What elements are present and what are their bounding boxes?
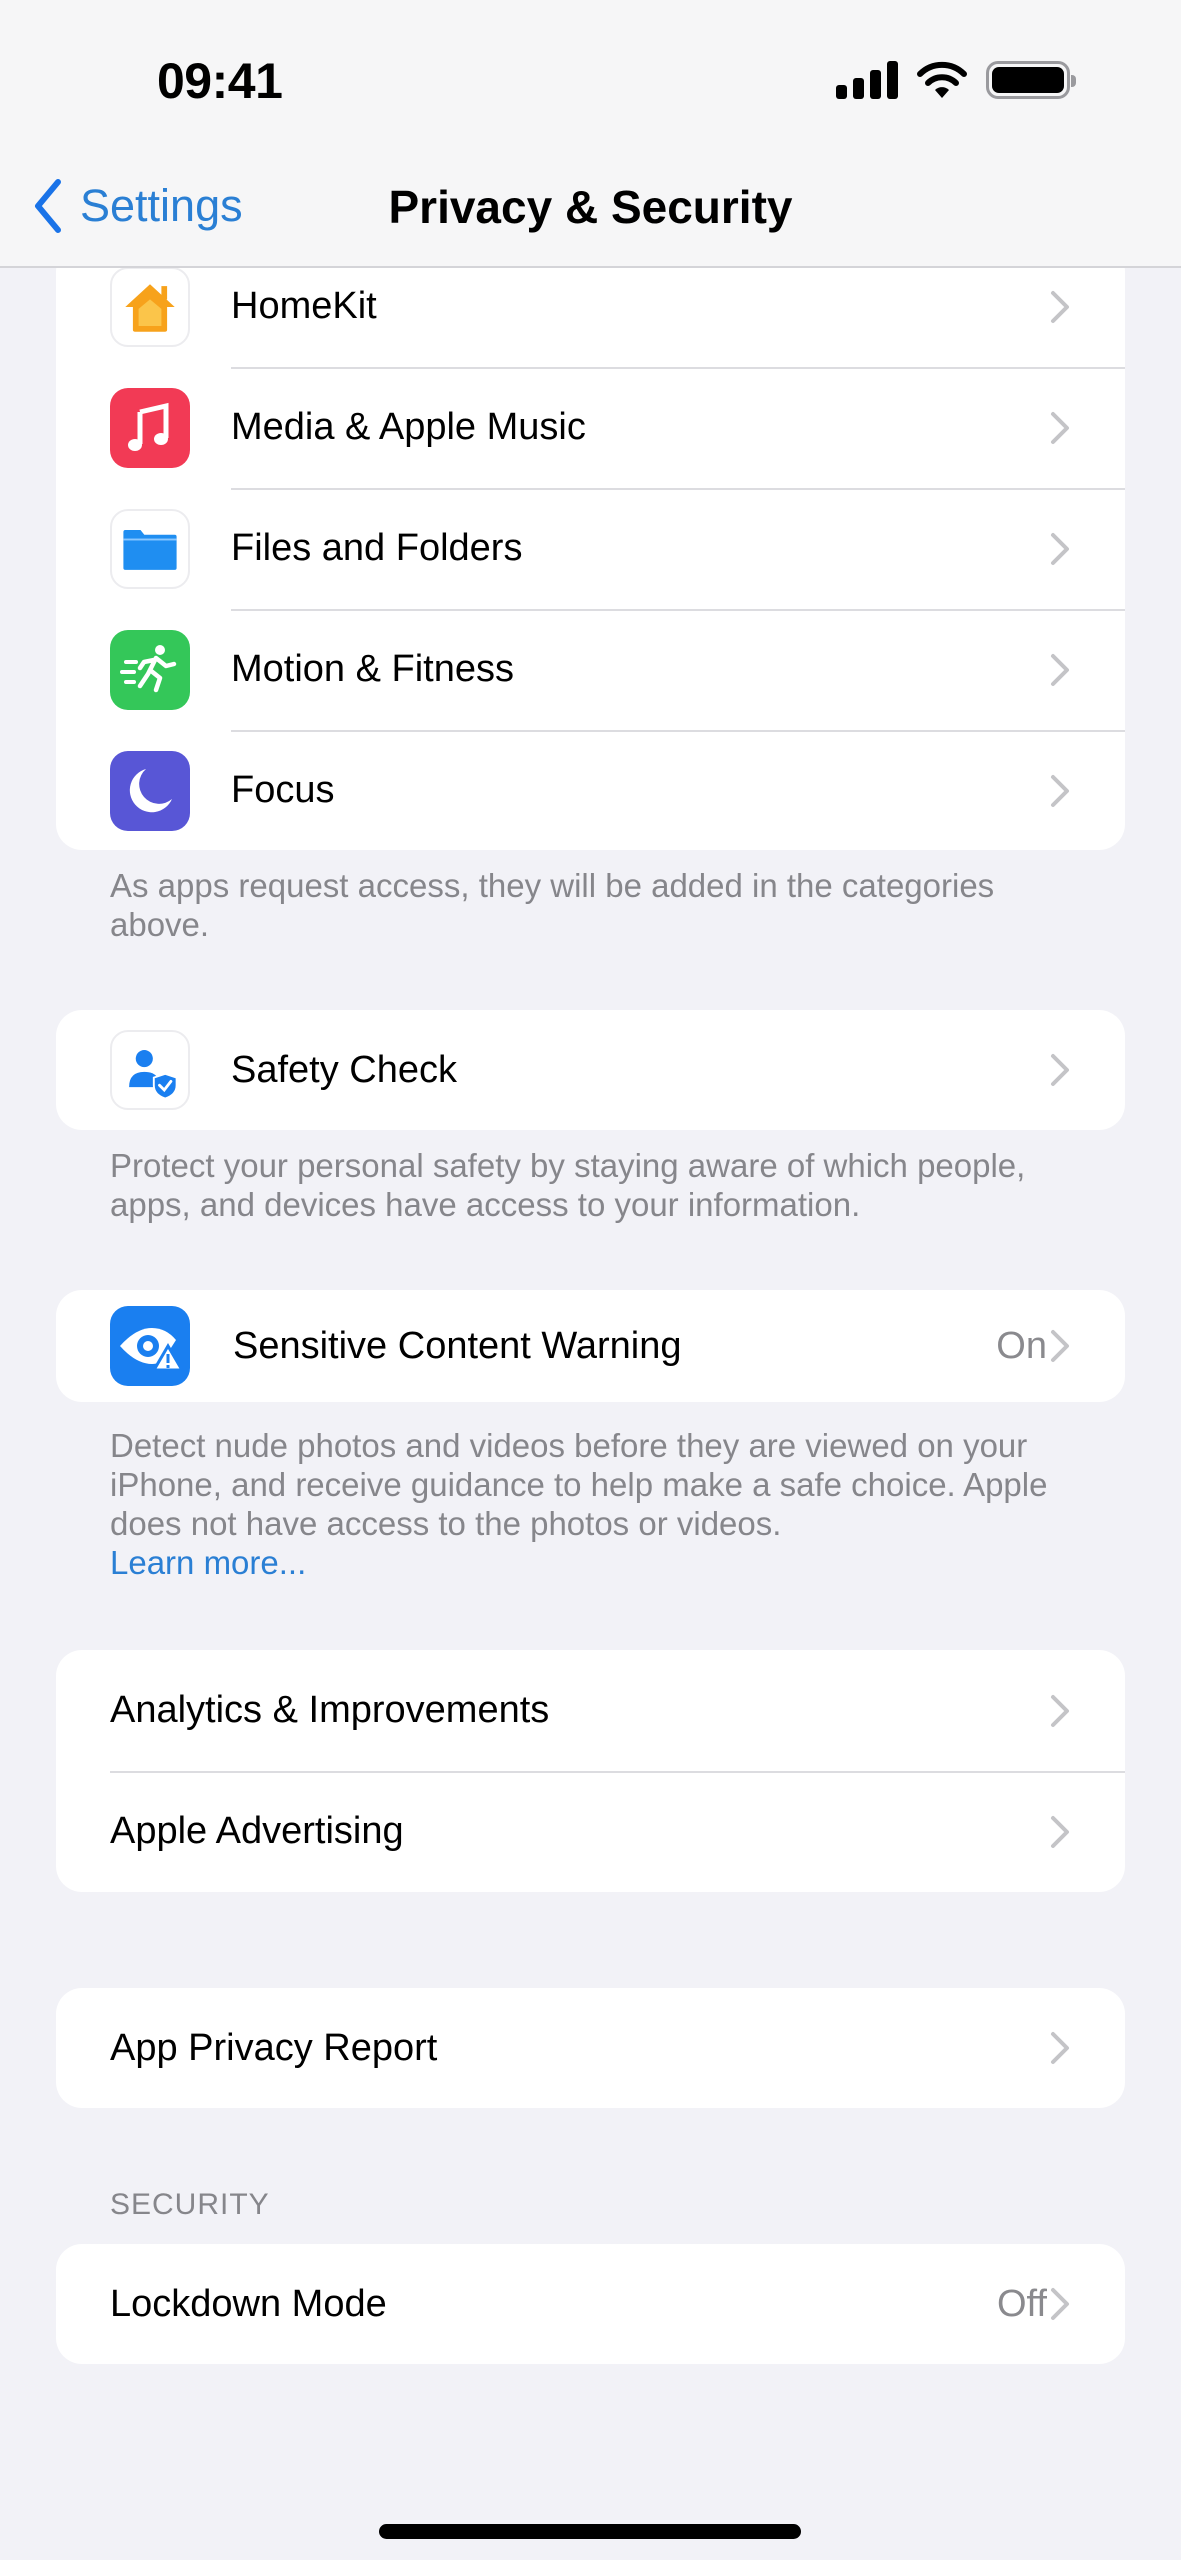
sensitive-group: Sensitive Content Warning On [56, 1290, 1125, 1402]
list-item-media-apple-music[interactable]: Media & Apple Music [56, 367, 1125, 488]
chevron-right-icon [1051, 1694, 1069, 1727]
home-icon [110, 266, 190, 347]
list-item-apple-advertising[interactable]: Apple Advertising [56, 1771, 1125, 1892]
music-note-icon [110, 387, 190, 468]
list-item-label: Lockdown Mode [110, 2282, 387, 2325]
list-item-files-and-folders[interactable]: Files and Folders [56, 488, 1125, 609]
list-item-label: Apple Advertising [110, 1810, 404, 1852]
list-item-value: On [996, 1324, 1047, 1367]
chevron-right-icon [1051, 774, 1069, 807]
list-item-label: Sensitive Content Warning [233, 1324, 682, 1367]
list-item-label: HomeKit [231, 285, 377, 327]
list-item-focus[interactable]: Focus [56, 730, 1125, 850]
list-item-safety-check[interactable]: Safety Check [56, 1010, 1125, 1130]
home-indicator[interactable] [379, 2524, 801, 2539]
sensitive-footer: Detect nude photos and videos before the… [110, 1426, 1070, 1582]
list-item-analytics-improvements[interactable]: Analytics & Improvements [56, 1650, 1125, 1771]
moon-icon [110, 750, 190, 831]
status-icons [836, 58, 1076, 102]
permissions-footer: As apps request access, they will be add… [110, 867, 995, 943]
list-item-label: Files and Folders [231, 527, 523, 569]
safety-footer: Protect your personal safety by staying … [110, 1147, 1026, 1223]
report-group: App Privacy Report [56, 1988, 1125, 2108]
safety-group: Safety Check [56, 1010, 1125, 1130]
permissions-group: HomeKit Media & Apple Music Files and Fo… [56, 246, 1125, 850]
list-item-sensitive-content-warning[interactable]: Sensitive Content Warning On [56, 1290, 1125, 1402]
security-group: Lockdown Mode Off [56, 2244, 1125, 2364]
page-title: Privacy & Security [388, 181, 793, 233]
analytics-group: Analytics & Improvements Apple Advertisi… [56, 1650, 1125, 1892]
list-item-label: Motion & Fitness [231, 648, 514, 690]
chevron-right-icon [1051, 290, 1069, 323]
chevron-right-icon [1051, 1330, 1069, 1362]
list-item-label: Focus [231, 769, 335, 811]
list-item-app-privacy-report[interactable]: App Privacy Report [56, 1988, 1125, 2108]
list-item-label: Safety Check [231, 1048, 457, 1091]
chevron-right-icon [1051, 411, 1069, 444]
list-item-label: Media & Apple Music [231, 406, 586, 448]
section-header-security: SECURITY [110, 2188, 270, 2221]
top-bar: 09:41 Settings Privacy & Security [0, 0, 1181, 268]
list-item-value: Off [997, 2282, 1047, 2325]
chevron-right-icon [1051, 2288, 1069, 2320]
list-item-motion-fitness[interactable]: Motion & Fitness [56, 609, 1125, 730]
eye-warning-icon [110, 1306, 190, 1386]
sensitive-footer-text: Detect nude photos and videos before the… [110, 1427, 1048, 1542]
wifi-icon [917, 61, 967, 98]
chevron-right-icon [1051, 532, 1069, 565]
list-item-label: Analytics & Improvements [110, 1689, 550, 1731]
learn-more-link[interactable]: Learn more... [110, 1543, 1070, 1582]
chevron-right-icon [1051, 1815, 1069, 1848]
folder-icon [110, 508, 190, 589]
chevron-right-icon [1051, 2032, 1069, 2064]
list-item-lockdown-mode[interactable]: Lockdown Mode Off [56, 2244, 1125, 2364]
running-figure-icon [110, 629, 190, 710]
person-shield-icon [110, 1030, 190, 1110]
chevron-right-icon [1051, 1054, 1069, 1086]
status-time: 09:41 [157, 53, 283, 109]
chevron-right-icon [1051, 653, 1069, 686]
cellular-signal-icon [836, 61, 898, 99]
battery-icon [986, 61, 1076, 99]
list-item-label: App Privacy Report [110, 2026, 438, 2069]
